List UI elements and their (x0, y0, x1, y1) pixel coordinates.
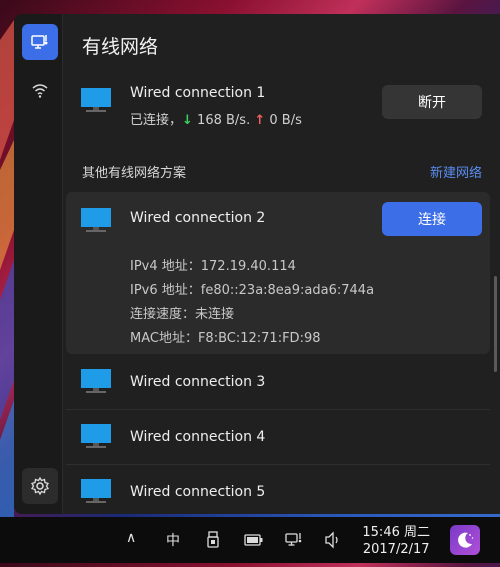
taskbar: ∧ 中 15:46 周二 2017/2/17 (0, 517, 500, 563)
monitor-icon (81, 88, 111, 112)
moon-icon (458, 532, 474, 548)
expanded-connection-card[interactable]: Wired connection 2 连接 IPv4 地址：172.19.40.… (66, 192, 490, 354)
new-network-link[interactable]: 新建网络 (430, 162, 482, 181)
section-title: 其他有线网络方案 (82, 166, 187, 181)
connection-speed: 连接速度：未连接 (130, 307, 235, 322)
monitor-icon (81, 369, 111, 393)
volume-icon[interactable] (324, 531, 342, 549)
download-arrow-icon: ↓ (182, 113, 193, 128)
sidebar-item-wired[interactable] (22, 24, 58, 60)
disconnect-button[interactable]: 断开 (382, 85, 482, 119)
connect-button[interactable]: 连接 (382, 202, 482, 236)
download-speed: 168 B/s. (192, 113, 251, 128)
wired-network-icon (31, 35, 48, 49)
connection-status: 已连接，↓ 168 B/s. ↑ 0 B/s (130, 109, 302, 128)
upload-arrow-icon: ↑ (254, 113, 266, 128)
connection-name: Wired connection 2 (130, 210, 266, 226)
current-connection-name: Wired connection 1 (130, 85, 266, 101)
sidebar-item-wifi[interactable] (22, 72, 58, 108)
list-item[interactable]: Wired connection 4 (66, 410, 490, 465)
sidebar (14, 14, 63, 514)
clock[interactable]: 15:46 周二 2017/2/17 (362, 524, 430, 558)
connection-name: Wired connection 4 (130, 429, 266, 445)
usb-icon[interactable] (205, 531, 221, 549)
night-mode-button[interactable] (450, 525, 480, 555)
wifi-icon (32, 84, 48, 98)
upload-speed: 0 B/s (265, 113, 302, 128)
scrollbar[interactable] (494, 276, 497, 372)
status-text: 已连接， (130, 113, 183, 128)
network-panel: 有线网络 Wired connection 1 已连接，↓ 168 B/s. ↑… (14, 14, 500, 514)
ipv6-address: IPv6 地址：fe80::23a:8ea9:ada6:744a (130, 283, 375, 298)
list-item[interactable]: Wired connection 5 (66, 465, 490, 514)
mac-address: MAC地址：F8:BC:12:71:FD:98 (130, 331, 321, 346)
connection-name: Wired connection 3 (130, 374, 266, 390)
clock-time: 15:46 周二 (362, 525, 430, 540)
settings-button[interactable] (22, 468, 58, 504)
input-method-indicator[interactable]: 中 (166, 530, 180, 550)
wired-network-icon[interactable] (284, 531, 304, 549)
gear-icon (31, 476, 49, 496)
ipv4-address: IPv4 地址：172.19.40.114 (130, 259, 296, 274)
monitor-icon (81, 208, 111, 232)
page-title: 有线网络 (82, 36, 159, 58)
tray-expand-chevron[interactable]: ∧ (126, 530, 136, 546)
battery-icon[interactable] (244, 533, 264, 547)
clock-date: 2017/2/17 (362, 542, 430, 557)
connection-name: Wired connection 5 (130, 484, 266, 500)
main-content: 有线网络 Wired connection 1 已连接，↓ 168 B/s. ↑… (62, 14, 500, 514)
monitor-icon (81, 424, 111, 448)
monitor-icon (81, 479, 111, 503)
list-item[interactable]: Wired connection 3 (66, 355, 490, 410)
